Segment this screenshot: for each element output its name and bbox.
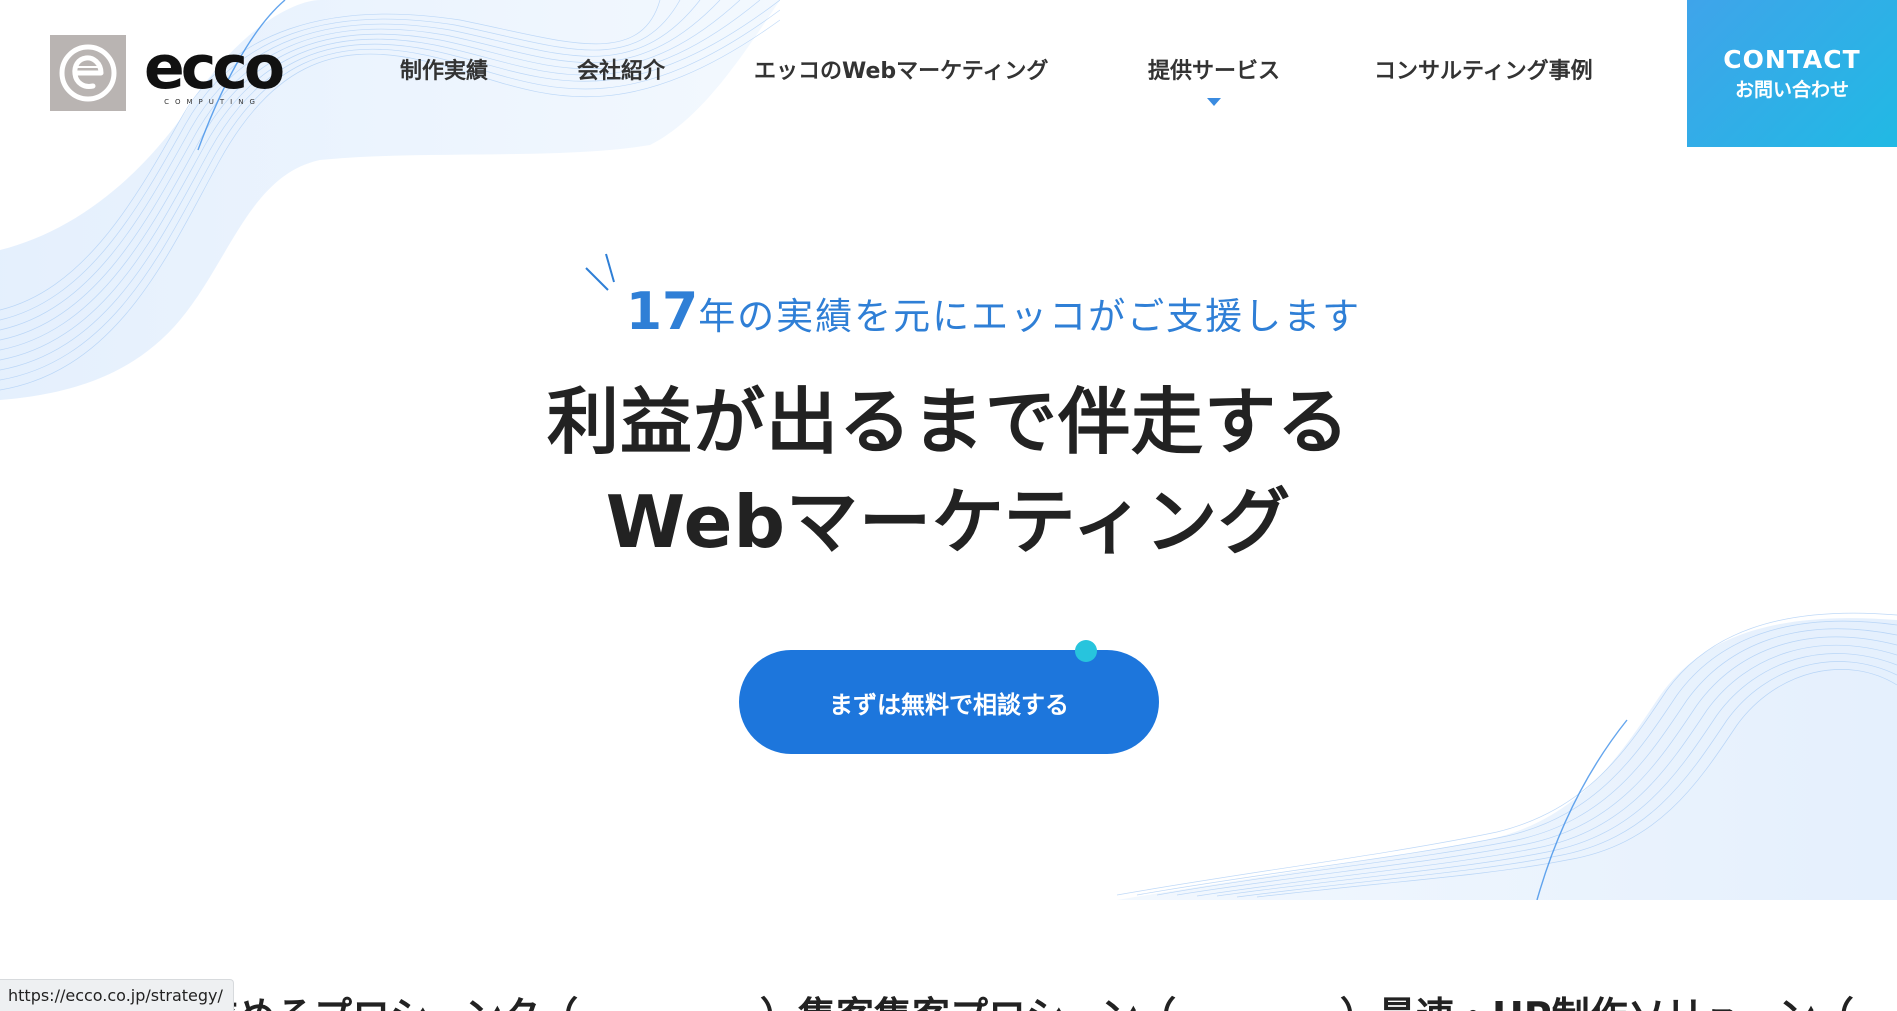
cta-label: まずは無料で相談する <box>829 690 1069 719</box>
free-consultation-button[interactable]: まずは無料で相談する <box>739 640 1159 754</box>
hero-headline: 利益が出るまで伴走する Webマーケティング <box>0 372 1897 572</box>
nav-item-works[interactable]: 制作実績 <box>400 52 488 92</box>
contact-label-en: CONTACT <box>1723 44 1861 74</box>
browser-status-url: https://ecco.co.jp/strategy/ <box>0 979 234 1011</box>
bottom-section-preview: 求めるプロシーンタ（ ）集客集客プロシーン（ ）最速・HP制作ソリューン（ <box>0 985 1897 1011</box>
bottom-fragment-1: 求めるプロシーンタ（ <box>200 985 578 1011</box>
dropdown-caret-icon <box>1207 98 1221 106</box>
contact-label-jp: お問い合わせ <box>1734 78 1849 101</box>
nav-item-web-marketing[interactable]: エッコのWebマーケティング <box>754 52 1048 92</box>
hero-tagline: 17年の実績を元にエッコがご支援します <box>0 253 1897 342</box>
hero-headline-line2: Webマーケティング <box>605 480 1292 564</box>
nav-item-company[interactable]: 会社紹介 <box>577 52 665 92</box>
tagline-years-number: 17 <box>625 282 699 342</box>
hero-tagline-inner: 17年の実績を元にエッコがご支援します <box>585 253 1362 342</box>
hero-headline-line1: 利益が出るまで伴走する <box>546 380 1350 464</box>
page: ecco COMPUTING 制作実績 会社紹介 エッコのWebマーケティング … <box>0 0 1897 1011</box>
bottom-fragment-3: ）最速・HP制作ソリューン（ <box>1340 985 1854 1011</box>
tagline-text: 年の実績を元にエッコがご支援します <box>698 295 1362 338</box>
nav-item-services[interactable]: 提供サービス <box>1148 52 1281 106</box>
wave-decoration-bottom <box>1117 612 1897 900</box>
nav-item-consulting-cases[interactable]: コンサルティング事例 <box>1374 52 1593 92</box>
contact-button[interactable]: CONTACT お問い合わせ <box>1687 0 1897 147</box>
cta-dot-decoration <box>1075 640 1097 662</box>
site-header: ecco COMPUTING 制作実績 会社紹介 エッコのWebマーケティング … <box>0 0 1897 148</box>
sparkle-icon <box>585 253 615 291</box>
nav-item-services-label: 提供サービス <box>1148 59 1281 84</box>
main-nav: 制作実績 会社紹介 エッコのWebマーケティング 提供サービス コンサルティング… <box>0 52 1680 106</box>
bottom-fragment-2: ）集客集客プロシーン（ <box>760 985 1176 1011</box>
logo-subtext: COMPUTING <box>164 98 261 106</box>
